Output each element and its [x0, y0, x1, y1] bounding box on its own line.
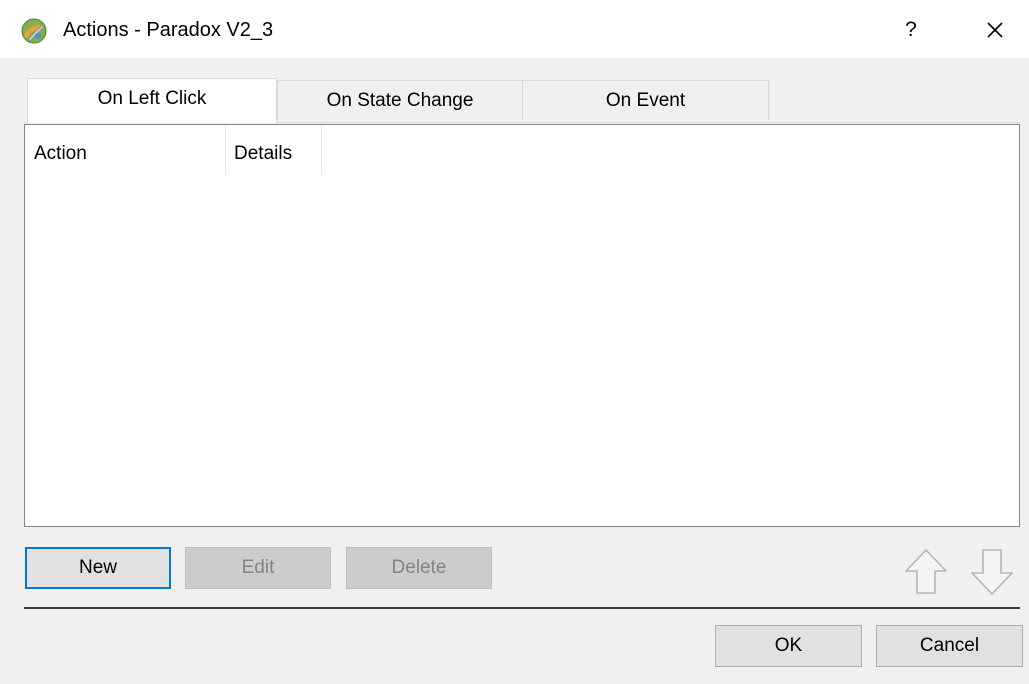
dialog-separator: [24, 607, 1020, 609]
tab-on-state-change[interactable]: On State Change: [277, 80, 523, 120]
column-separator[interactable]: [321, 125, 322, 175]
window-title: Actions - Paradox V2_3: [63, 19, 274, 41]
column-header-details[interactable]: Details: [225, 125, 321, 175]
new-button[interactable]: New: [25, 547, 171, 589]
close-icon[interactable]: [975, 12, 1015, 48]
tab-on-left-click[interactable]: On Left Click: [27, 78, 277, 123]
tab-bar: On Left Click On State Change On Event: [24, 78, 1020, 124]
ok-button[interactable]: OK: [715, 625, 862, 667]
help-icon[interactable]: ?: [893, 12, 929, 48]
actions-dialog: Actions - Paradox V2_3 ? On Left Click O…: [0, 0, 1029, 684]
actions-list[interactable]: Action Details: [24, 124, 1020, 527]
title-bar: Actions - Paradox V2_3 ?: [0, 0, 1029, 58]
app-icon: [21, 18, 47, 44]
cancel-button[interactable]: Cancel: [876, 625, 1023, 667]
arrow-up-icon[interactable]: [902, 547, 950, 597]
tab-on-event[interactable]: On Event: [522, 80, 769, 120]
delete-button[interactable]: Delete: [346, 547, 492, 589]
arrow-down-icon[interactable]: [968, 547, 1016, 597]
edit-button[interactable]: Edit: [185, 547, 331, 589]
column-header-action[interactable]: Action: [25, 125, 225, 175]
